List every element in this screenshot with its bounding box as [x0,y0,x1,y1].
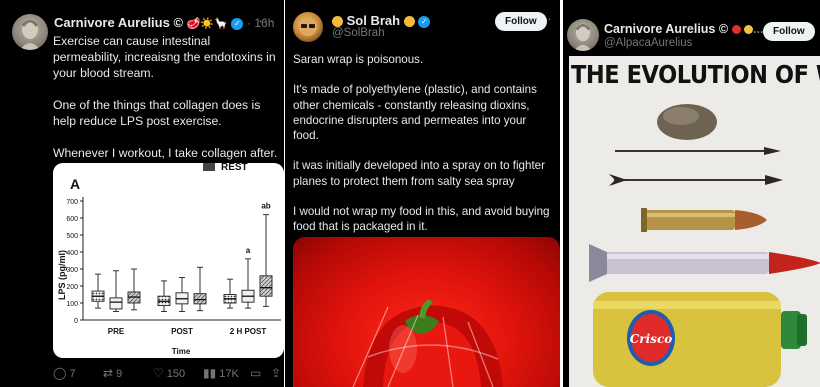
verified-badge-icon: ✓ [418,15,431,28]
author-name[interactable]: Sol Brah ✓ [332,13,431,28]
spear-icon [615,147,781,155]
x-tick-label: POST [171,327,193,336]
box-plain [109,297,123,310]
author-handle[interactable]: @AlpacaAurelius [604,37,692,49]
sunglasses-emoji [332,16,343,28]
like-button[interactable]: ♡ 150 [153,366,185,380]
reply-button[interactable]: ◯ 7 [53,366,76,380]
rock-icon [657,104,717,140]
bullet-icon [641,208,767,232]
verified-badge-icon: ✓ [231,17,244,30]
legend-swatch-icon [203,163,215,171]
avatar[interactable] [12,14,48,50]
follow-button[interactable]: Follow [495,12,547,31]
heart-icon: ♡ [153,366,164,380]
y-tick-label: 500 [66,233,78,240]
arrow-icon [609,174,783,186]
y-tick-label: 600 [66,216,78,223]
retweet-icon: ⇄ [103,366,114,380]
significance-label: ab [261,202,270,211]
chart-image[interactable]: A REST LPS (pg/ml) Time 700 600 500 400 300 2… [53,163,284,358]
bookmark-icon: ▭ [250,366,262,380]
box-hatched [259,275,273,297]
steak-emoji [731,25,741,35]
oil-bottle-icon: Crisco [593,292,807,387]
tweet-panel-collagen: Carnivore Aurelius © 🥩☀️🦙 ✓ · 16h ··· Ex… [0,0,284,387]
significance-label: a [246,246,251,255]
tweet-panel-saran-wrap: Sol Brah ✓ @SolBrah Follow · Saran wrap … [285,0,560,387]
avatar[interactable] [567,19,599,51]
tweet-panel-evolution: Carnivore Aurelius © ... ✓ @AlpacaAureli… [563,0,820,387]
weapons-progression-icon: Crisco [589,104,820,387]
lps-box-chart: A REST LPS (pg/ml) Time 700 600 500 400 300 2… [57,163,281,356]
views-chart-icon: ▮▮ [203,366,217,380]
wrapped-pepper-image[interactable] [293,237,560,387]
x-tick-label: 2 H POST [230,327,267,336]
sunglasses-face-icon [299,18,317,36]
author-handle[interactable]: @SolBrah [332,27,385,39]
steak-emoji: 🥩 [186,18,201,31]
reply-icon: ◯ [53,366,67,380]
statue-bust-icon [574,23,592,51]
y-axis-label: LPS (pg/ml) [57,250,67,300]
author-name[interactable]: Carnivore Aurelius © ... ✓ [604,22,779,36]
x-tick-label: PRE [108,327,125,336]
legend-fragment: REST [221,163,248,173]
retweet-count: 9 [116,368,123,380]
more-options-icon[interactable]: ··· [258,12,275,28]
retweet-button[interactable]: ⇄ 9 [103,366,122,380]
box-hatched [193,293,207,305]
sunglasses-emoji [403,16,415,28]
reply-count: 7 [69,368,76,380]
y-tick-label: 300 [66,267,78,274]
y-tick-label: 200 [66,284,78,291]
evolution-of-war-image[interactable]: THE EVOLUTION OF WAR [569,56,820,387]
share-button[interactable]: ⇪ [271,366,284,380]
x-axis-label: Time [172,347,191,356]
share-icon: ⇪ [271,366,282,380]
like-count: 150 [166,368,186,380]
tweet-body: Saran wrap is poisonous. It's made of po… [293,53,550,234]
bookmark-button[interactable]: ▭ [250,366,264,380]
statue-bust-icon [20,19,40,50]
views-count: 17K [219,368,239,380]
bell-pepper-plastic-wrap-icon [352,299,503,387]
more-options-icon[interactable]: · [547,10,553,26]
missile-icon [589,244,820,282]
follow-button[interactable]: Follow [763,22,815,41]
author-name[interactable]: Carnivore Aurelius © 🥩☀️🦙 ✓ · 16h [54,15,274,30]
tweet-body: Exercise can cause intestinal permeabili… [53,34,278,160]
sun-emoji [744,25,754,35]
y-tick-label: 700 [66,199,78,206]
y-tick-label: 0 [74,318,78,325]
chart-panel-label: A [70,176,80,192]
tweet-actions: ◯ 7 ⇄ 9 ♡ 150 ▮▮ 17K ▭ ⇪ [53,366,284,382]
ellipsis: ... [753,22,764,36]
author-name-text: Carnivore Aurelius © [604,22,729,36]
y-tick-label: 100 [66,301,78,308]
sun-emoji: ☀️ [200,18,215,31]
author-name-text: Sol Brah [346,13,401,28]
llama-emoji: 🦙 [214,18,228,31]
views-button[interactable]: ▮▮ 17K [203,366,239,380]
avatar[interactable] [293,12,323,42]
y-tick-label: 400 [66,250,78,257]
author-name-text: Carnivore Aurelius © [54,15,184,30]
bottle-label: Crisco [630,332,673,346]
